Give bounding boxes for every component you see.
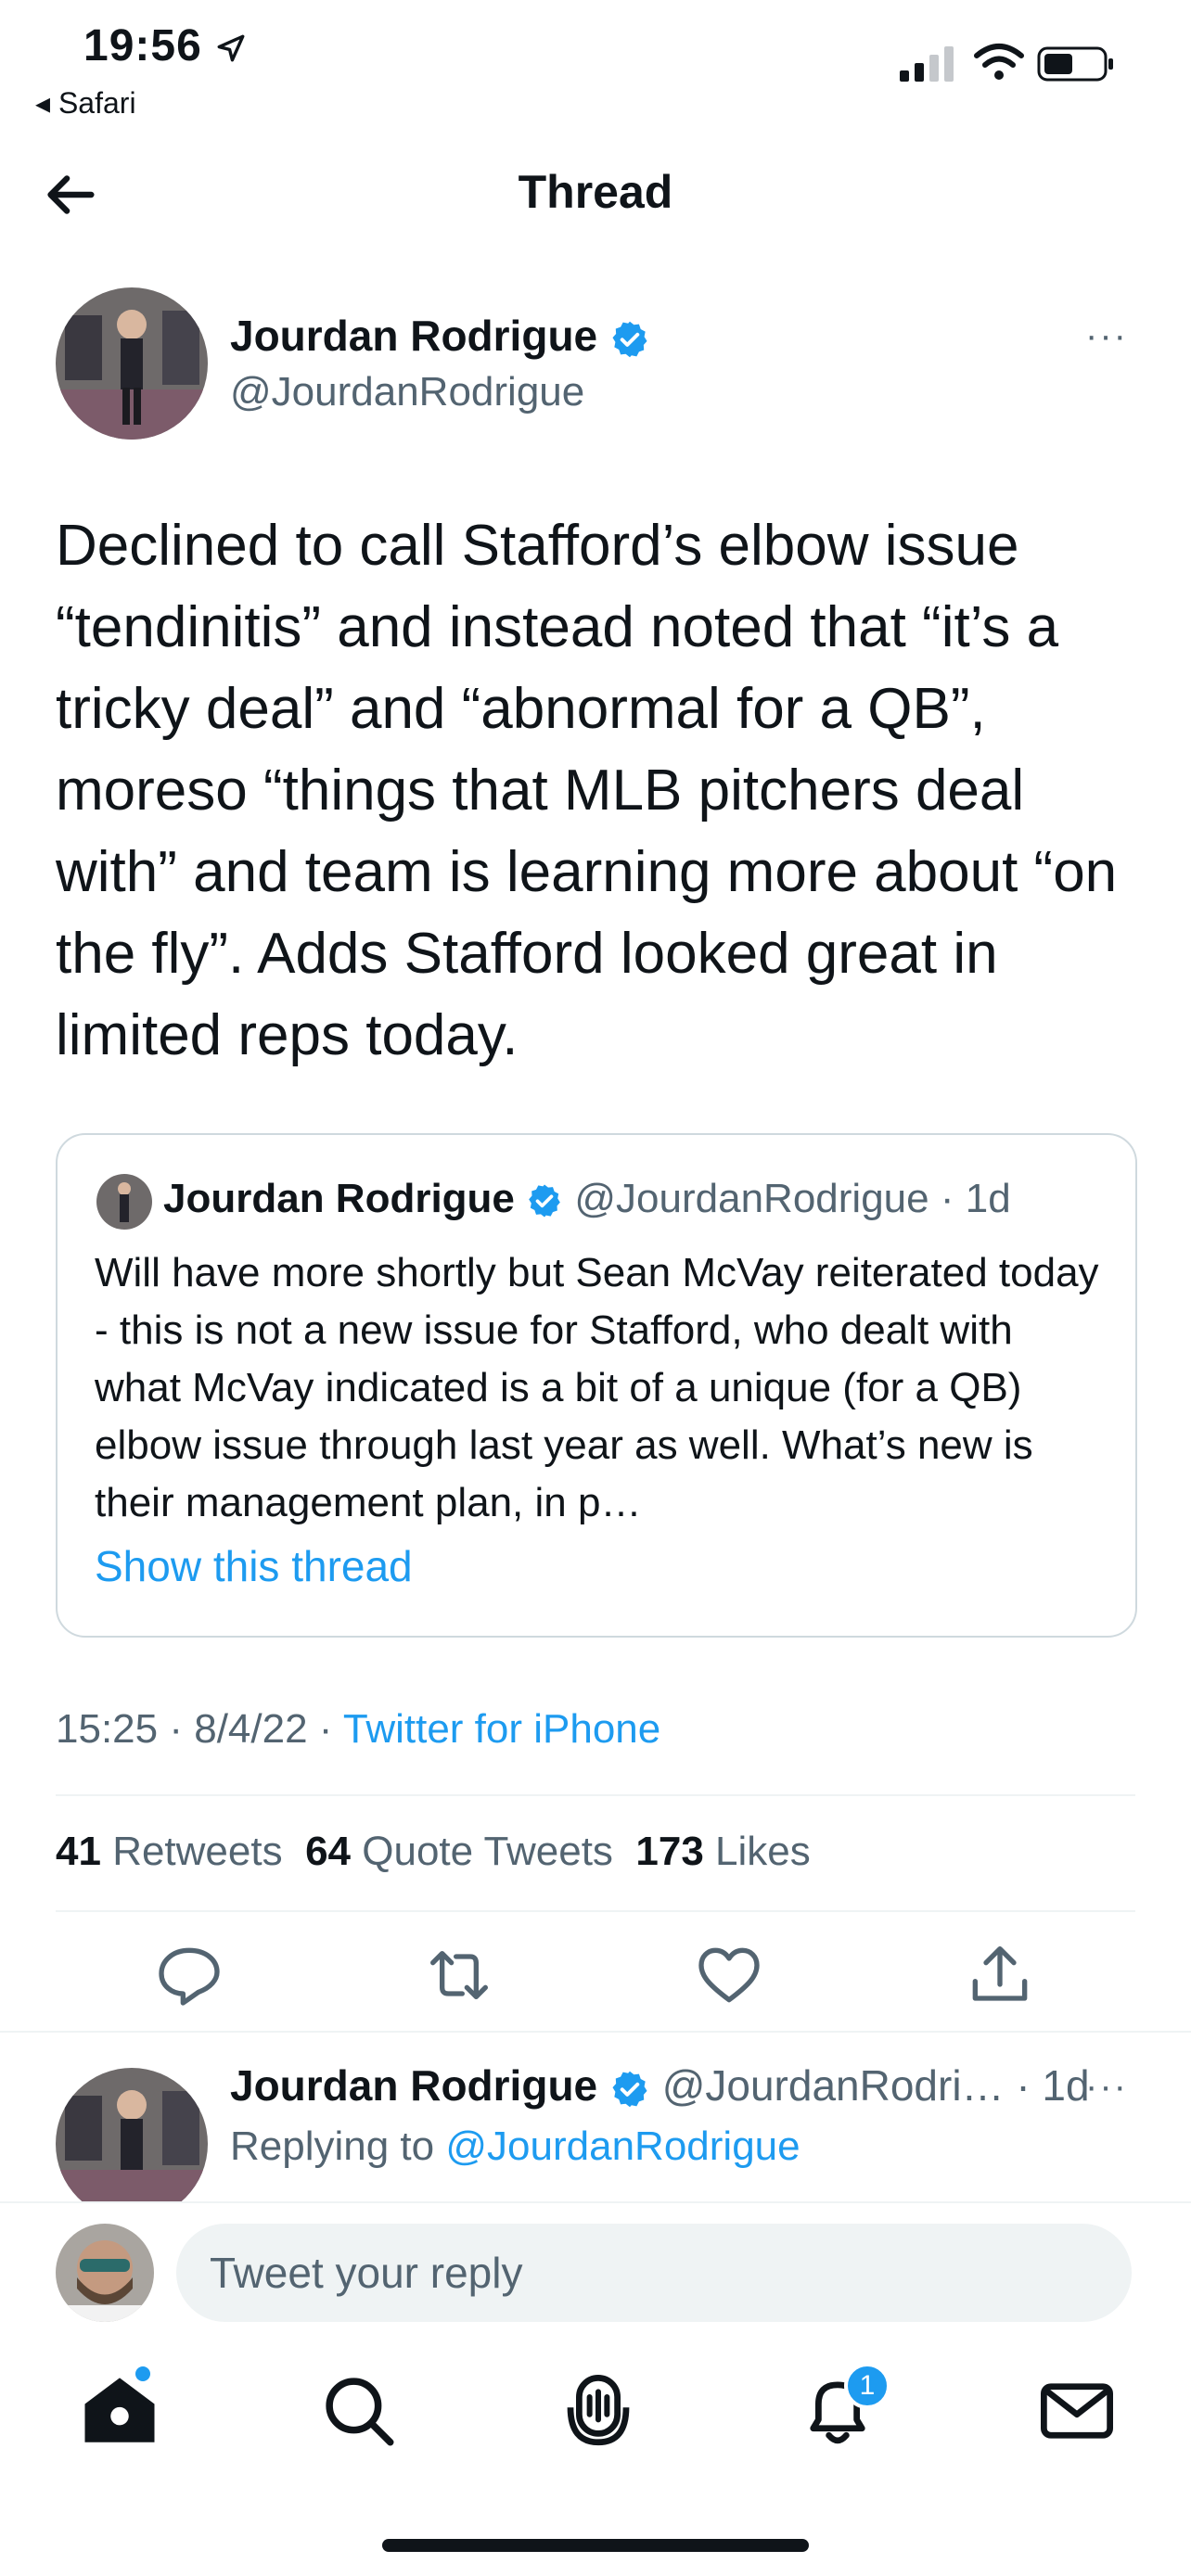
verified-icon — [612, 321, 647, 358]
more-icon[interactable]: ··· — [1085, 315, 1128, 357]
divider — [0, 2031, 1191, 2033]
tweet-time: 15:25 — [56, 1706, 159, 1752]
reply-icon[interactable] — [152, 1938, 226, 2012]
status-time: 19:56 — [83, 20, 247, 71]
tweet-date: 8/4/22 — [194, 1706, 308, 1752]
quote-text: Will have more shortly but Sean McVay re… — [95, 1250, 1099, 1525]
quote-tweets-count[interactable]: 64 Quote Tweets — [305, 1829, 613, 1874]
retweets-count[interactable]: 41 Retweets — [56, 1829, 283, 1874]
messages-icon[interactable] — [1035, 2369, 1119, 2453]
back-to-safari[interactable]: ◂ Safari — [35, 85, 136, 121]
quote-header: Jourdan Rodrigue @JourdanRodrigue · 1d — [163, 1176, 1011, 1222]
page-title: Thread — [518, 166, 673, 218]
my-avatar[interactable] — [56, 2224, 154, 2322]
verified-icon — [612, 2071, 647, 2108]
reply-composer — [0, 2201, 1191, 2342]
tweet-text: Declined to call Stafford’s elbow issue … — [56, 514, 1118, 1067]
search-icon[interactable] — [317, 2369, 401, 2453]
divider — [56, 1794, 1135, 1796]
engagement-counts: 41 Retweets 64 Quote Tweets 173 Likes — [56, 1829, 811, 1875]
home-indicator[interactable] — [382, 2539, 809, 2552]
spaces-icon[interactable] — [557, 2369, 640, 2453]
battery-icon — [1037, 46, 1113, 82]
like-icon[interactable] — [692, 1938, 766, 2012]
share-icon[interactable] — [963, 1938, 1037, 2012]
reply-input[interactable] — [176, 2224, 1132, 2322]
show-thread-link[interactable]: Show this thread — [95, 1541, 413, 1591]
likes-count[interactable]: 173 Likes — [635, 1829, 810, 1874]
divider — [56, 1910, 1135, 1912]
quoted-tweet-card[interactable]: Jourdan Rodrigue @JourdanRodrigue · 1d W… — [56, 1133, 1137, 1638]
verified-icon — [529, 1184, 560, 1218]
tweet-meta: 15:25 · 8/4/22 · Twitter for iPhone — [56, 1706, 661, 1752]
retweet-icon[interactable] — [422, 1938, 496, 2012]
wifi-icon — [974, 44, 1024, 80]
quote-author-handle: @JourdanRodrigue — [574, 1176, 929, 1221]
author-name[interactable]: Jourdan Rodrigue — [230, 311, 650, 361]
replying-to-handle[interactable]: @JourdanRodrigue — [445, 2123, 800, 2169]
quote-author-name: Jourdan Rodrigue — [163, 1176, 515, 1221]
home-icon[interactable] — [78, 2369, 161, 2453]
reply-avatar[interactable] — [56, 2068, 208, 2220]
quote-avatar — [96, 1174, 152, 1230]
reply-author-handle: @JourdanRodri… — [661, 2061, 1005, 2110]
replying-to: Replying to @JourdanRodrigue — [230, 2123, 800, 2169]
quote-age: · 1d — [940, 1176, 1011, 1221]
home-unread-dot — [135, 2366, 150, 2381]
notifications-badge: 1 — [844, 2363, 890, 2409]
reply-more-icon[interactable]: ··· — [1085, 2066, 1128, 2108]
reply-header[interactable]: Jourdan Rodrigue @JourdanRodri… · 1d — [230, 2060, 1090, 2111]
avatar[interactable] — [56, 287, 208, 440]
location-arrow-icon — [217, 34, 245, 62]
reply-author-name: Jourdan Rodrigue — [230, 2061, 598, 2110]
signal-icon — [900, 46, 954, 82]
reply-age: · 1d — [1016, 2061, 1090, 2110]
author-handle[interactable]: @JourdanRodrigue — [230, 369, 584, 415]
tweet-source[interactable]: Twitter for iPhone — [343, 1706, 660, 1752]
